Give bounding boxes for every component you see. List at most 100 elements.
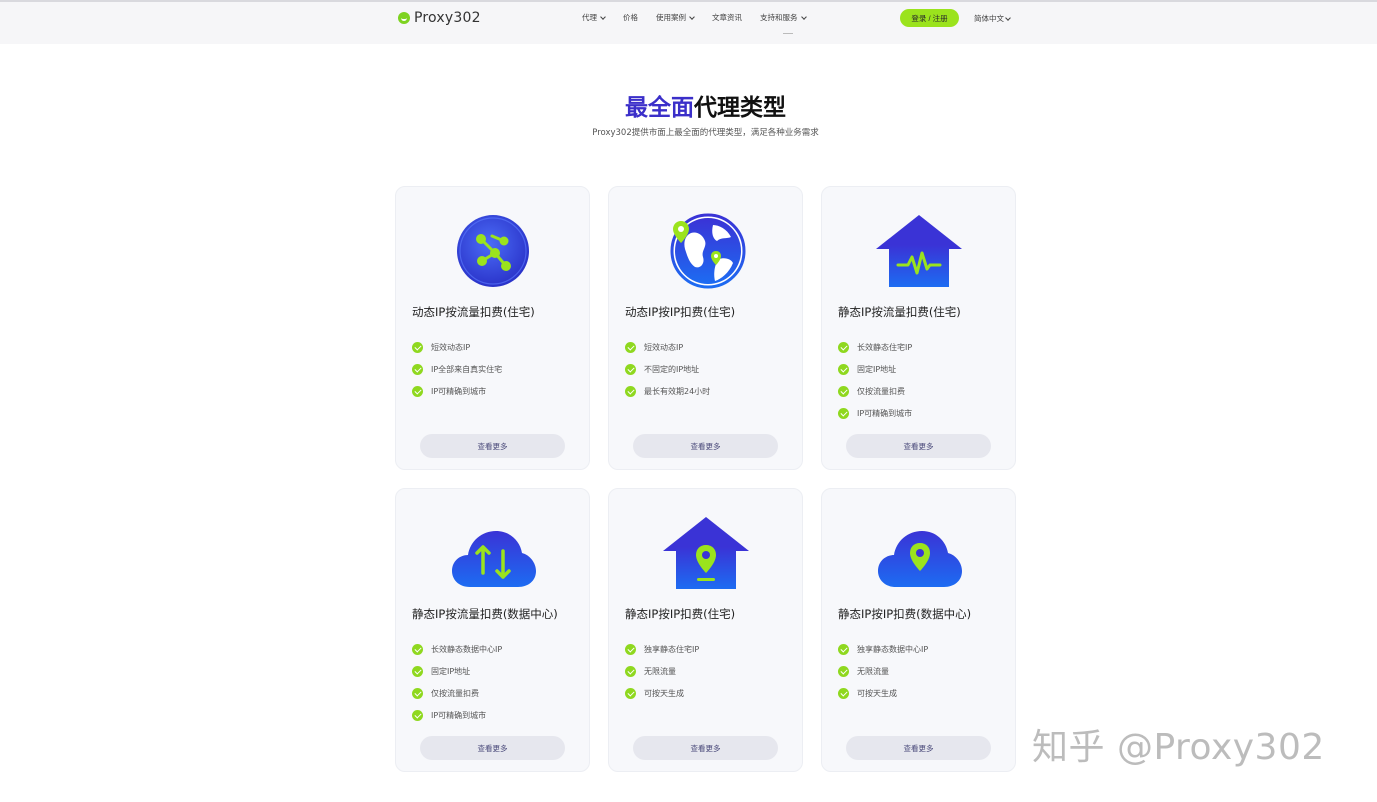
view-more-button[interactable]: 查看更多 <box>633 434 778 458</box>
card-title: 动态IP按流量扣费(住宅) <box>412 305 535 319</box>
proxy-card-dynamic-ip-residential: 动态IP按IP扣费(住宅) 短效动态IP 不固定的IP地址 最长有效期24小时 … <box>608 186 803 470</box>
logo-text: Proxy302 <box>414 10 481 26</box>
main-menu: 代理 价格 使用案例 文章资讯 支持和服务 <box>582 12 807 23</box>
title-rest: 代理类型 <box>694 95 786 121</box>
check-icon <box>838 385 849 397</box>
proxy-card-dynamic-traffic-residential: 动态IP按流量扣费(住宅) 短效动态IP IP全部来自真实住宅 IP可精确到城市… <box>395 186 590 470</box>
menu-item-support[interactable]: 支持和服务 <box>760 12 807 23</box>
feature-label: IP全部来自真实住宅 <box>431 364 503 374</box>
check-icon <box>412 643 423 655</box>
check-icon <box>625 341 636 353</box>
menu-item-pricing[interactable]: 价格 <box>623 12 638 23</box>
feature-item: IP可精确到城市 <box>412 704 502 726</box>
feature-item: 独享静态住宅IP <box>625 638 699 660</box>
globe-network-icon <box>456 215 529 287</box>
house-location-icon <box>662 517 749 589</box>
check-icon <box>625 665 636 677</box>
card-title: 静态IP按IP扣费(住宅) <box>625 607 736 621</box>
card-title: 动态IP按IP扣费(住宅) <box>625 305 736 319</box>
watermark: 知乎 @Proxy302 <box>1032 727 1325 768</box>
feature-label: 固定IP地址 <box>857 364 897 374</box>
feature-list: 长效静态数据中心IP 固定IP地址 仅按流量扣费 IP可精确到城市 <box>412 638 502 726</box>
feature-list: 短效动态IP 不固定的IP地址 最长有效期24小时 <box>625 336 710 402</box>
chevron-down-icon <box>800 13 807 20</box>
feature-item: 可按天生成 <box>838 682 928 704</box>
chevron-down-icon <box>1005 14 1011 21</box>
view-more-button[interactable]: 查看更多 <box>846 736 991 760</box>
check-icon <box>838 643 849 655</box>
page-title: 最全面代理类型 <box>0 88 1377 122</box>
view-more-button[interactable]: 查看更多 <box>420 736 565 760</box>
feature-label: IP可精确到城市 <box>857 408 913 418</box>
proxy-card-static-traffic-datacenter: 静态IP按流量扣费(数据中心) 长效静态数据中心IP 固定IP地址 仅按流量扣费… <box>395 488 590 772</box>
feature-label: 短效动态IP <box>431 342 471 352</box>
proxy-card-static-ip-residential: 静态IP按IP扣费(住宅) 独享静态住宅IP 无限流量 可按天生成 查看更多 <box>608 488 803 772</box>
feature-list: 短效动态IP IP全部来自真实住宅 IP可精确到城市 <box>412 336 502 402</box>
check-icon <box>838 407 849 419</box>
feature-label: IP可精确到城市 <box>431 386 487 396</box>
globe-location-icon <box>670 213 745 289</box>
feature-label: 长效静态住宅IP <box>857 342 913 352</box>
view-more-button[interactable]: 查看更多 <box>420 434 565 458</box>
feature-item: 短效动态IP <box>412 336 502 358</box>
proxy-card-static-traffic-residential: 静态IP按流量扣费(住宅) 长效静态住宅IP 固定IP地址 仅按流量扣费 IP可… <box>821 186 1016 470</box>
card-title: 静态IP按流量扣费(住宅) <box>838 305 961 319</box>
feature-label: 可按天生成 <box>644 688 684 698</box>
feature-item: IP可精确到城市 <box>412 380 502 402</box>
cloud-location-icon <box>877 531 962 587</box>
feature-item: 最长有效期24小时 <box>625 380 710 402</box>
feature-label: 独享静态住宅IP <box>644 644 700 654</box>
language-selector[interactable]: 简体中文 <box>974 13 1011 24</box>
menu-label: 文章资讯 <box>712 13 742 22</box>
view-more-button[interactable]: 查看更多 <box>633 736 778 760</box>
chevron-down-icon <box>600 13 606 20</box>
feature-item: 无限流量 <box>625 660 699 682</box>
check-icon <box>625 363 636 375</box>
feature-label: 可按天生成 <box>857 688 897 698</box>
menu-active-indicator <box>783 33 793 34</box>
menu-item-articles[interactable]: 文章资讯 <box>712 12 742 23</box>
feature-item: 固定IP地址 <box>412 660 502 682</box>
menu-label: 使用案例 <box>656 13 686 22</box>
check-icon <box>625 385 636 397</box>
menu-item-proxy[interactable]: 代理 <box>582 12 606 23</box>
proxy-card-static-ip-datacenter: 静态IP按IP扣费(数据中心) 独享静态数据中心IP 无限流量 可按天生成 查看… <box>821 488 1016 772</box>
card-title: 静态IP按IP扣费(数据中心) <box>838 607 972 621</box>
check-icon <box>412 363 423 375</box>
check-icon <box>625 643 636 655</box>
feature-label: 独享静态数据中心IP <box>857 644 929 654</box>
feature-item: 仅按流量扣费 <box>412 682 502 704</box>
feature-item: 短效动态IP <box>625 336 710 358</box>
logo-icon <box>398 12 410 24</box>
login-register-button[interactable]: 登录 / 注册 <box>900 9 959 27</box>
feature-label: 无限流量 <box>644 666 676 676</box>
check-icon <box>838 665 849 677</box>
menu-item-use-cases[interactable]: 使用案例 <box>656 12 695 23</box>
cloud-sync-icon <box>451 531 536 587</box>
house-pulse-icon <box>875 215 962 287</box>
feature-item: IP可精确到城市 <box>838 402 912 424</box>
feature-label: 无限流量 <box>857 666 889 676</box>
feature-item: 不固定的IP地址 <box>625 358 710 380</box>
check-icon <box>838 363 849 375</box>
view-more-button[interactable]: 查看更多 <box>846 434 991 458</box>
feature-label: 仅按流量扣费 <box>431 688 479 698</box>
check-icon <box>838 687 849 699</box>
feature-item: 独享静态数据中心IP <box>838 638 928 660</box>
feature-list: 独享静态数据中心IP 无限流量 可按天生成 <box>838 638 928 704</box>
feature-item: 长效静态数据中心IP <box>412 638 502 660</box>
logo[interactable]: Proxy302 <box>398 10 481 26</box>
check-icon <box>838 341 849 353</box>
check-icon <box>412 665 423 677</box>
language-label: 简体中文 <box>974 14 1004 23</box>
feature-list: 独享静态住宅IP 无限流量 可按天生成 <box>625 638 699 704</box>
feature-list: 长效静态住宅IP 固定IP地址 仅按流量扣费 IP可精确到城市 <box>838 336 912 424</box>
feature-label: 固定IP地址 <box>431 666 471 676</box>
feature-item: 固定IP地址 <box>838 358 912 380</box>
feature-item: 无限流量 <box>838 660 928 682</box>
check-icon <box>412 709 423 721</box>
title-highlight: 最全面 <box>625 95 694 121</box>
feature-label: IP可精确到城市 <box>431 710 487 720</box>
check-icon <box>625 687 636 699</box>
feature-label: 不固定的IP地址 <box>644 364 700 374</box>
